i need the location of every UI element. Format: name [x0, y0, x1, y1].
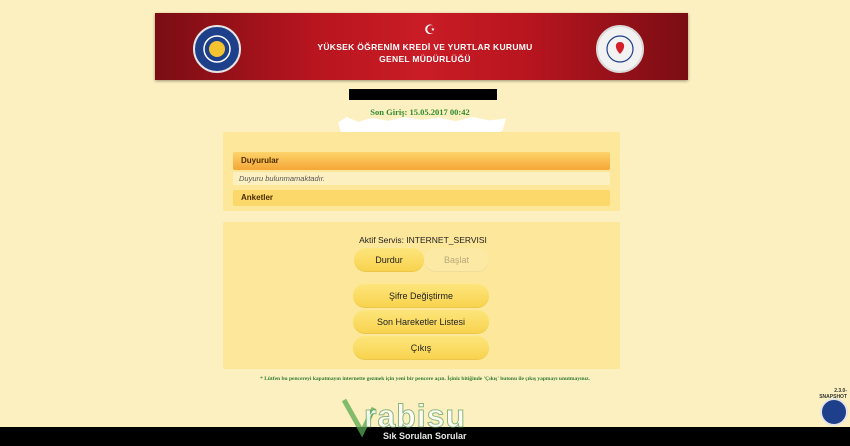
crescent-star-icon: ☪: [424, 22, 436, 37]
ministry-logo-icon: [596, 25, 644, 73]
stop-button[interactable]: Durdur: [354, 248, 424, 272]
active-service-label: Aktif Servis: INTERNET_SERVISI: [359, 235, 487, 245]
change-password-button[interactable]: Şifre Değiştirme: [353, 284, 489, 308]
banner-title-line1: YÜKSEK ÖĞRENİM KREDİ VE YURTLAR KURUMU: [317, 42, 533, 52]
watermark-brand: rabisu: [363, 398, 467, 435]
logout-button[interactable]: Çıkış: [353, 336, 489, 360]
watermark-subtitle: Sık Sorulan Sorular: [383, 431, 467, 441]
announcements-heading[interactable]: Duyurular: [233, 152, 610, 170]
footer-logo-icon: [820, 398, 848, 426]
surveys-heading[interactable]: Anketler: [233, 190, 610, 206]
kyk-logo-icon: [193, 25, 241, 73]
info-panel: Duyurular Duyuru bulunmamaktadır. Anketl…: [223, 132, 620, 211]
header-banner: ☪ YÜKSEK ÖĞRENİM KREDİ VE YURTLAR KURUMU…: [155, 13, 688, 80]
last-login-text: Son Giriş: 15.05.2017 00:42: [370, 107, 470, 117]
announcements-empty-text: Duyuru bulunmamaktadır.: [233, 172, 610, 185]
banner-title-line2: GENEL MÜDÜRLÜĞÜ: [379, 54, 471, 64]
start-button[interactable]: Başlat: [424, 248, 489, 272]
service-panel: Aktif Servis: INTERNET_SERVISI Durdur Ba…: [223, 222, 620, 369]
footer-note: * Lütfen bu pencereyi kapatmayın interne…: [260, 376, 590, 382]
redacted-user-name: [349, 89, 497, 100]
recent-transactions-button[interactable]: Son Hareketler Listesi: [353, 310, 489, 334]
